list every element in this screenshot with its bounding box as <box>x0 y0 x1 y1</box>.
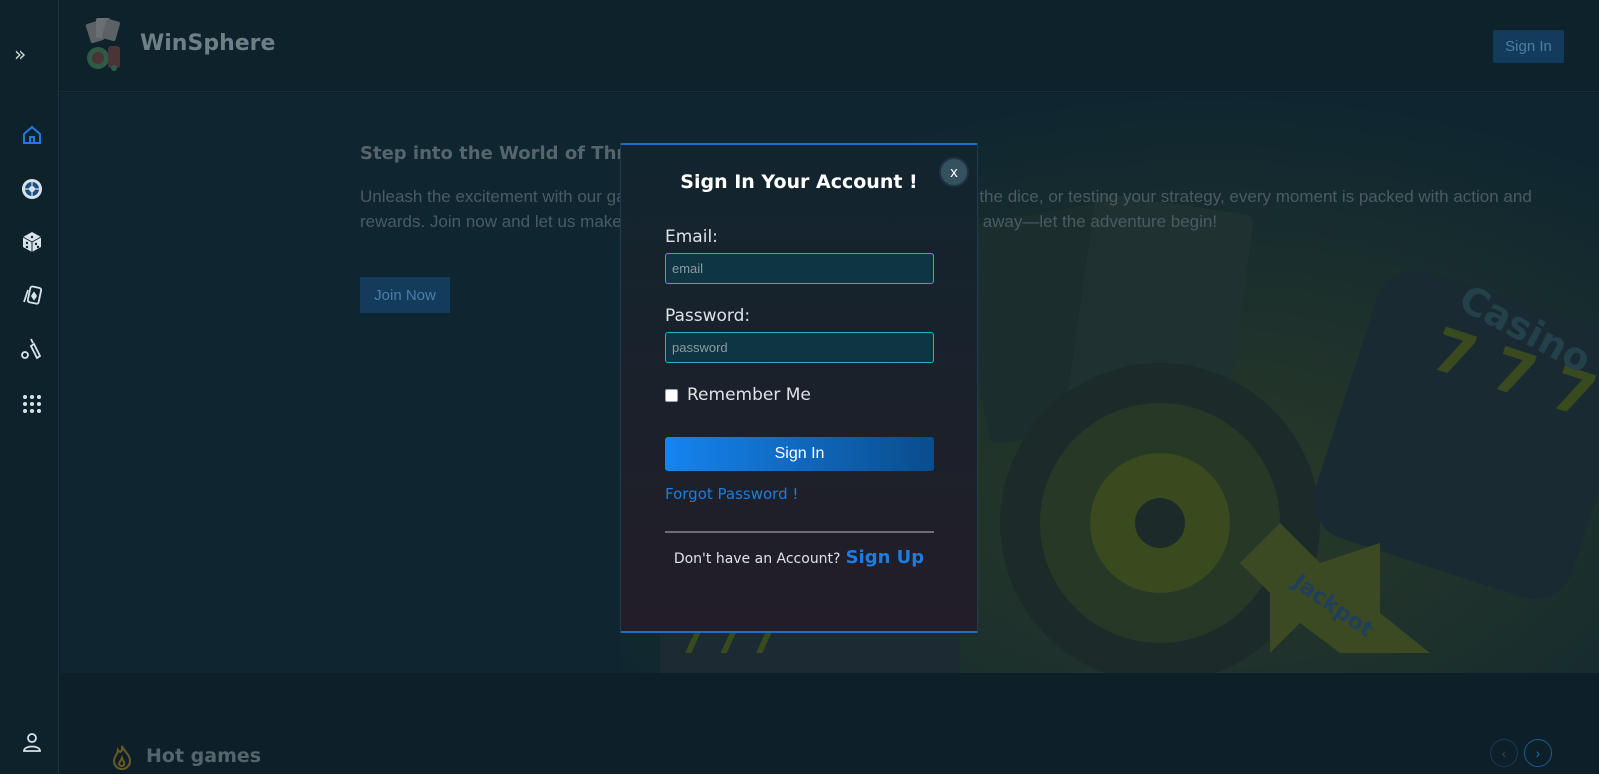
divider <box>665 531 934 533</box>
signup-link[interactable]: Sign Up <box>846 547 925 568</box>
dice-icon[interactable] <box>19 229 45 255</box>
signup-question: Don't have an Account? <box>673 551 841 567</box>
email-field[interactable] <box>665 253 934 284</box>
home-icon[interactable] <box>19 122 45 148</box>
password-label: Password: <box>665 306 751 326</box>
double-chevron-right-icon[interactable]: » <box>14 44 34 64</box>
cricket-icon[interactable] <box>19 337 45 363</box>
grid-icon[interactable] <box>19 391 45 417</box>
flame-icon <box>110 744 134 770</box>
sidebar: » <box>0 0 59 774</box>
hot-games-title: Hot games <box>146 745 262 767</box>
signup-row: Don't have an Account? Sign Up <box>621 547 977 568</box>
hero-title: Step into the World of Thrills <box>360 143 655 164</box>
carousel-prev-button[interactable]: ‹ <box>1490 739 1518 767</box>
signin-submit-button[interactable]: Sign In <box>665 437 934 471</box>
modal-title: Sign In Your Account ! <box>680 171 918 193</box>
forgot-password-link[interactable]: Forgot Password ! <box>665 485 798 503</box>
email-label: Email: <box>665 227 718 247</box>
remember-me-checkbox[interactable] <box>665 388 678 402</box>
close-modal-button[interactable]: x <box>939 157 969 187</box>
signin-modal: Sign In Your Account ! x Email: Password… <box>620 143 978 633</box>
header-signin-button[interactable]: Sign In <box>1493 30 1564 63</box>
top-header: WinSphere Sign In <box>60 0 1599 92</box>
cards-icon[interactable] <box>19 283 45 309</box>
roulette-icon[interactable] <box>19 176 45 202</box>
remember-me-label[interactable]: Remember Me <box>687 385 811 405</box>
user-icon[interactable] <box>19 729 45 755</box>
password-field[interactable] <box>665 332 934 363</box>
carousel-next-button[interactable]: › <box>1524 739 1552 767</box>
remember-me-row: Remember Me <box>665 385 811 405</box>
brand-logo <box>82 16 126 74</box>
join-now-button[interactable]: Join Now <box>360 277 450 313</box>
brand-name: WinSphere <box>140 31 276 56</box>
